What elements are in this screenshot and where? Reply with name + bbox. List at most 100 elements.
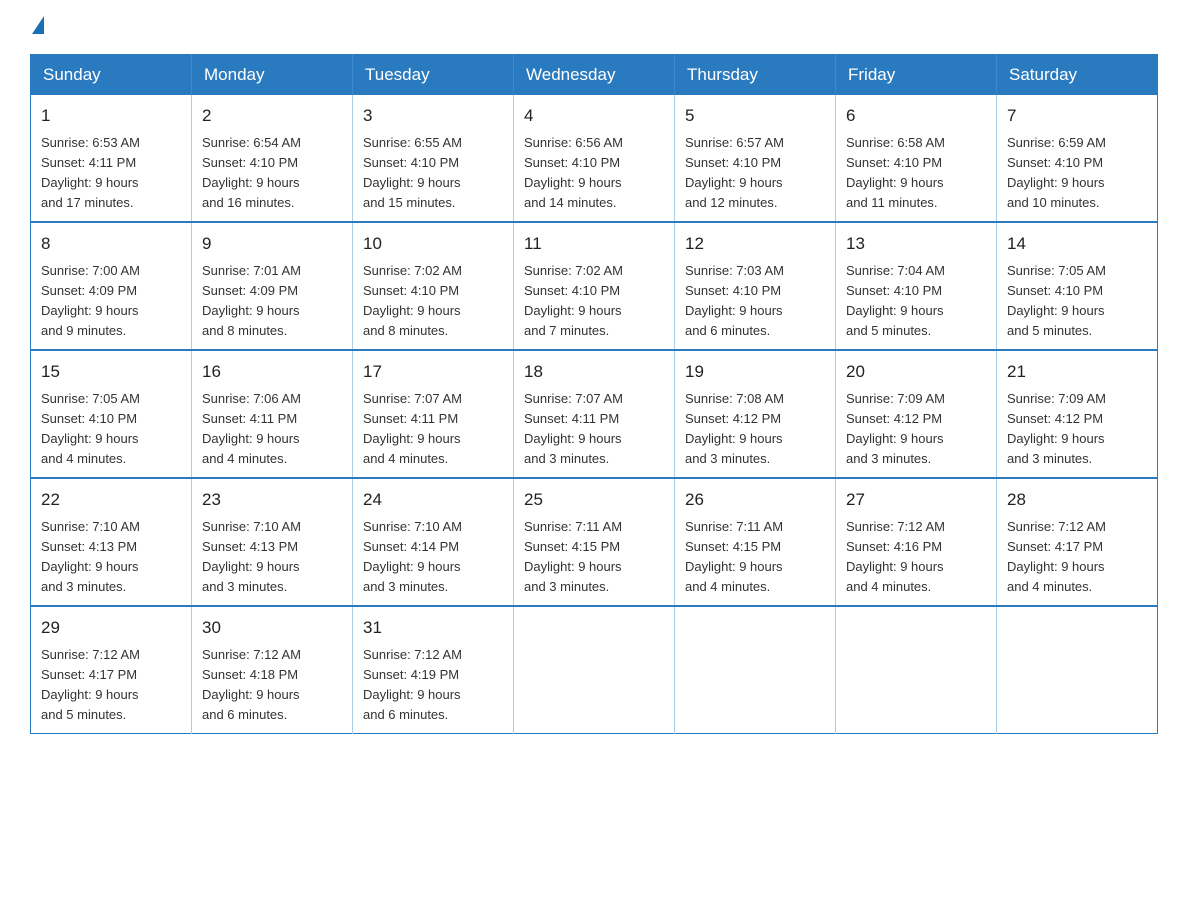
day-info: Sunrise: 7:11 AMSunset: 4:15 PMDaylight:… (685, 517, 825, 598)
day-number: 2 (202, 103, 342, 129)
calendar-cell: 2 Sunrise: 6:54 AMSunset: 4:10 PMDaylight… (192, 95, 353, 222)
calendar-cell: 19 Sunrise: 7:08 AMSunset: 4:12 PMDayligh… (675, 350, 836, 478)
day-info: Sunrise: 7:00 AMSunset: 4:09 PMDaylight:… (41, 261, 181, 342)
day-info: Sunrise: 7:12 AMSunset: 4:16 PMDaylight:… (846, 517, 986, 598)
day-number: 31 (363, 615, 503, 641)
calendar-cell: 18 Sunrise: 7:07 AMSunset: 4:11 PMDayligh… (514, 350, 675, 478)
day-number: 30 (202, 615, 342, 641)
calendar-week-row: 15 Sunrise: 7:05 AMSunset: 4:10 PMDayligh… (31, 350, 1158, 478)
day-number: 9 (202, 231, 342, 257)
day-header-tuesday: Tuesday (353, 55, 514, 96)
calendar-cell: 17 Sunrise: 7:07 AMSunset: 4:11 PMDayligh… (353, 350, 514, 478)
day-number: 23 (202, 487, 342, 513)
day-header-wednesday: Wednesday (514, 55, 675, 96)
day-number: 6 (846, 103, 986, 129)
day-info: Sunrise: 6:56 AMSunset: 4:10 PMDaylight:… (524, 133, 664, 214)
day-info: Sunrise: 7:11 AMSunset: 4:15 PMDaylight:… (524, 517, 664, 598)
calendar-week-row: 1 Sunrise: 6:53 AMSunset: 4:11 PMDaylight… (31, 95, 1158, 222)
logo (30, 20, 44, 34)
day-info: Sunrise: 7:10 AMSunset: 4:13 PMDaylight:… (202, 517, 342, 598)
calendar-cell: 31 Sunrise: 7:12 AMSunset: 4:19 PMDayligh… (353, 606, 514, 734)
day-header-thursday: Thursday (675, 55, 836, 96)
day-info: Sunrise: 7:07 AMSunset: 4:11 PMDaylight:… (363, 389, 503, 470)
day-number: 5 (685, 103, 825, 129)
day-info: Sunrise: 6:54 AMSunset: 4:10 PMDaylight:… (202, 133, 342, 214)
day-info: Sunrise: 7:05 AMSunset: 4:10 PMDaylight:… (41, 389, 181, 470)
day-number: 15 (41, 359, 181, 385)
calendar-cell: 28 Sunrise: 7:12 AMSunset: 4:17 PMDayligh… (997, 478, 1158, 606)
calendar-cell: 5 Sunrise: 6:57 AMSunset: 4:10 PMDaylight… (675, 95, 836, 222)
calendar-cell: 29 Sunrise: 7:12 AMSunset: 4:17 PMDayligh… (31, 606, 192, 734)
calendar-cell: 7Sunrise: 6:59 AMSunset: 4:10 PMDaylight… (997, 95, 1158, 222)
day-header-saturday: Saturday (997, 55, 1158, 96)
day-number: 8 (41, 231, 181, 257)
calendar-cell: 15 Sunrise: 7:05 AMSunset: 4:10 PMDayligh… (31, 350, 192, 478)
day-number: 12 (685, 231, 825, 257)
calendar-cell: 8 Sunrise: 7:00 AMSunset: 4:09 PMDaylight… (31, 222, 192, 350)
day-number: 28 (1007, 487, 1147, 513)
day-info: Sunrise: 7:09 AMSunset: 4:12 PMDaylight:… (1007, 389, 1147, 470)
day-number: 20 (846, 359, 986, 385)
day-info: Sunrise: 7:12 AMSunset: 4:18 PMDaylight:… (202, 645, 342, 726)
day-info: Sunrise: 7:02 AMSunset: 4:10 PMDaylight:… (363, 261, 503, 342)
day-info: Sunrise: 6:53 AMSunset: 4:11 PMDaylight:… (41, 133, 181, 214)
calendar-cell: 12 Sunrise: 7:03 AMSunset: 4:10 PMDayligh… (675, 222, 836, 350)
day-info: Sunrise: 6:59 AMSunset: 4:10 PMDaylight:… (1007, 133, 1147, 214)
day-info: Sunrise: 7:07 AMSunset: 4:11 PMDaylight:… (524, 389, 664, 470)
day-info: Sunrise: 7:12 AMSunset: 4:19 PMDaylight:… (363, 645, 503, 726)
day-info: Sunrise: 7:12 AMSunset: 4:17 PMDaylight:… (1007, 517, 1147, 598)
calendar-cell: 22 Sunrise: 7:10 AMSunset: 4:13 PMDayligh… (31, 478, 192, 606)
day-info: Sunrise: 7:12 AMSunset: 4:17 PMDaylight:… (41, 645, 181, 726)
calendar-cell: 10 Sunrise: 7:02 AMSunset: 4:10 PMDayligh… (353, 222, 514, 350)
calendar-table: SundayMondayTuesdayWednesdayThursdayFrid… (30, 54, 1158, 734)
day-number: 19 (685, 359, 825, 385)
day-number: 17 (363, 359, 503, 385)
day-number: 10 (363, 231, 503, 257)
calendar-week-row: 8 Sunrise: 7:00 AMSunset: 4:09 PMDaylight… (31, 222, 1158, 350)
day-number: 24 (363, 487, 503, 513)
day-number: 29 (41, 615, 181, 641)
day-number: 1 (41, 103, 181, 129)
calendar-cell: 27 Sunrise: 7:12 AMSunset: 4:16 PMDayligh… (836, 478, 997, 606)
day-number: 13 (846, 231, 986, 257)
calendar-cell: 26 Sunrise: 7:11 AMSunset: 4:15 PMDayligh… (675, 478, 836, 606)
calendar-cell (997, 606, 1158, 734)
calendar-cell: 21 Sunrise: 7:09 AMSunset: 4:12 PMDayligh… (997, 350, 1158, 478)
day-number: 21 (1007, 359, 1147, 385)
day-info: Sunrise: 6:58 AMSunset: 4:10 PMDaylight:… (846, 133, 986, 214)
day-number: 26 (685, 487, 825, 513)
calendar-week-row: 22 Sunrise: 7:10 AMSunset: 4:13 PMDayligh… (31, 478, 1158, 606)
calendar-cell: 1 Sunrise: 6:53 AMSunset: 4:11 PMDaylight… (31, 95, 192, 222)
calendar-cell: 6 Sunrise: 6:58 AMSunset: 4:10 PMDaylight… (836, 95, 997, 222)
day-header-monday: Monday (192, 55, 353, 96)
calendar-cell: 23 Sunrise: 7:10 AMSunset: 4:13 PMDayligh… (192, 478, 353, 606)
calendar-cell: 25 Sunrise: 7:11 AMSunset: 4:15 PMDayligh… (514, 478, 675, 606)
day-number: 18 (524, 359, 664, 385)
calendar-cell: 13 Sunrise: 7:04 AMSunset: 4:10 PMDayligh… (836, 222, 997, 350)
day-info: Sunrise: 7:08 AMSunset: 4:12 PMDaylight:… (685, 389, 825, 470)
day-info: Sunrise: 6:57 AMSunset: 4:10 PMDaylight:… (685, 133, 825, 214)
day-header-sunday: Sunday (31, 55, 192, 96)
calendar-cell: 14 Sunrise: 7:05 AMSunset: 4:10 PMDayligh… (997, 222, 1158, 350)
day-number: 3 (363, 103, 503, 129)
day-info: Sunrise: 7:02 AMSunset: 4:10 PMDaylight:… (524, 261, 664, 342)
calendar-cell: 3 Sunrise: 6:55 AMSunset: 4:10 PMDaylight… (353, 95, 514, 222)
calendar-week-row: 29 Sunrise: 7:12 AMSunset: 4:17 PMDayligh… (31, 606, 1158, 734)
calendar-cell: 9Sunrise: 7:01 AMSunset: 4:09 PMDaylight… (192, 222, 353, 350)
day-info: Sunrise: 6:55 AMSunset: 4:10 PMDaylight:… (363, 133, 503, 214)
day-header-friday: Friday (836, 55, 997, 96)
day-info: Sunrise: 7:05 AMSunset: 4:10 PMDaylight:… (1007, 261, 1147, 342)
calendar-cell: 4 Sunrise: 6:56 AMSunset: 4:10 PMDaylight… (514, 95, 675, 222)
day-number: 27 (846, 487, 986, 513)
day-number: 4 (524, 103, 664, 129)
day-number: 14 (1007, 231, 1147, 257)
day-number: 25 (524, 487, 664, 513)
day-number: 11 (524, 231, 664, 257)
day-info: Sunrise: 7:03 AMSunset: 4:10 PMDaylight:… (685, 261, 825, 342)
calendar-cell (836, 606, 997, 734)
day-info: Sunrise: 7:10 AMSunset: 4:13 PMDaylight:… (41, 517, 181, 598)
day-info: Sunrise: 7:04 AMSunset: 4:10 PMDaylight:… (846, 261, 986, 342)
day-number: 22 (41, 487, 181, 513)
calendar-cell: 20Sunrise: 7:09 AMSunset: 4:12 PMDayligh… (836, 350, 997, 478)
calendar-header-row: SundayMondayTuesdayWednesdayThursdayFrid… (31, 55, 1158, 96)
